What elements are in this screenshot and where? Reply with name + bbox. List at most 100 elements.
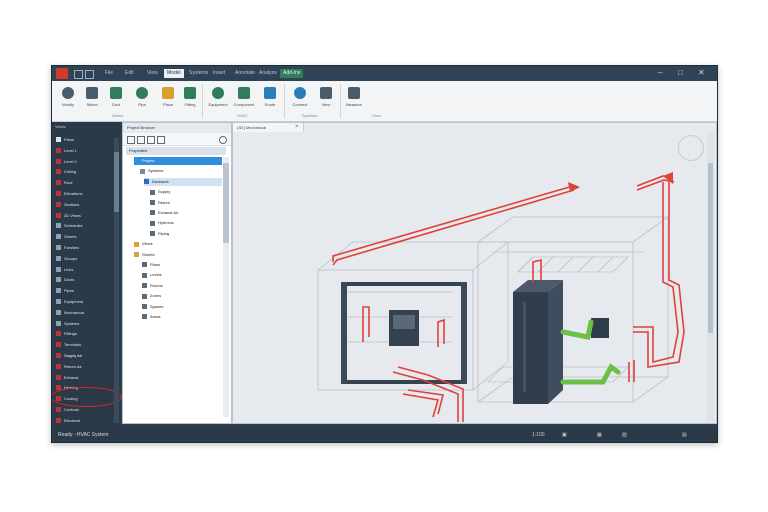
nav-item-elevations[interactable]: Elevations <box>56 190 116 197</box>
select-button[interactable]: Select <box>80 85 104 117</box>
nav-item-return-air[interactable]: Return Air <box>56 363 116 370</box>
nav-item-icon <box>56 245 61 250</box>
expand-icon[interactable] <box>137 136 145 144</box>
tree-item-ductwork[interactable]: Ductwork <box>144 177 222 186</box>
tree-item-hydronic[interactable]: Hydronic <box>150 219 222 227</box>
refresh-icon[interactable] <box>157 136 165 144</box>
nav-item-systems[interactable]: Systems <box>56 320 116 327</box>
collapse-icon[interactable] <box>147 136 155 144</box>
tree-item-supply[interactable]: Supply <box>150 188 222 196</box>
nav-item-fittings[interactable]: Fittings <box>56 330 116 337</box>
tree-item-areas[interactable]: Areas <box>142 313 222 321</box>
scale-indicator[interactable]: 1:100 <box>532 428 545 442</box>
tab-systems[interactable]: Systems <box>186 69 211 78</box>
nav-item-controls[interactable]: Controls <box>56 406 116 413</box>
nav-item-roof[interactable]: Roof <box>56 179 116 186</box>
tree-scrollbar-thumb[interactable] <box>223 163 229 243</box>
nav-item-sections[interactable]: Sections <box>56 201 116 208</box>
minimize-button[interactable]: – <box>658 68 662 78</box>
3d-viewport[interactable]: {3D} Mechanical × <box>232 122 717 424</box>
close-button[interactable]: ✕ <box>698 68 705 78</box>
view-tab[interactable]: {3D} Mechanical <box>233 123 304 132</box>
measure-button[interactable]: Measure <box>342 85 366 117</box>
tree-item-return[interactable]: Return <box>150 199 222 207</box>
viewport-scrollbar-thumb[interactable] <box>708 163 713 333</box>
maximize-button[interactable]: □ <box>678 68 683 78</box>
nav-item-families[interactable]: Families <box>56 244 116 251</box>
connect-icon <box>294 87 306 99</box>
nav-item-groups[interactable]: Groups <box>56 255 116 262</box>
nav-item-sheets[interactable]: Sheets <box>56 233 116 240</box>
tree-item-views[interactable]: Views <box>134 240 222 248</box>
tree-item-plans[interactable]: Plans <box>142 261 222 269</box>
tab-file[interactable]: File <box>102 69 116 78</box>
nav-item-electrical[interactable]: Electrical <box>56 417 116 424</box>
nav-item-icon <box>56 299 61 304</box>
tree-item-sheets[interactable]: Sheets <box>134 251 222 259</box>
filter-icon[interactable] <box>127 136 135 144</box>
view-button[interactable]: View <box>314 85 338 117</box>
tree-item-label: Supply <box>158 189 171 195</box>
tab-add-ins[interactable]: Add-Ins <box>280 69 304 78</box>
nav-item-links[interactable]: Links <box>56 266 116 273</box>
gear-icon[interactable] <box>219 136 227 144</box>
nav-item-label: Sections <box>64 201 80 207</box>
tree-item-exhaust-air[interactable]: Exhaust Air <box>150 209 222 217</box>
tab-annotate[interactable]: Annotate <box>232 69 258 78</box>
nav-item-label: Controls <box>64 407 79 412</box>
nav-item-exhaust[interactable]: Exhaust <box>56 374 116 381</box>
tab-insert[interactable]: Insert <box>210 69 229 78</box>
tab-analyze[interactable]: Analyze <box>256 69 280 78</box>
tree-item-levels[interactable]: Levels <box>142 271 222 279</box>
nav-item-schedules[interactable]: Schedules <box>56 222 116 229</box>
status-tool-icon[interactable]: ▤ <box>682 428 687 442</box>
ribbon-button-label: Measure <box>346 102 362 107</box>
tree-item-project[interactable]: Project <box>134 157 222 165</box>
tab-model[interactable]: Model <box>164 69 184 78</box>
nav-item-ducts[interactable]: Ducts <box>56 276 116 283</box>
tab-edit[interactable]: Edit <box>122 69 137 78</box>
save-icon[interactable] <box>74 70 83 79</box>
modify-button[interactable]: Modify <box>56 85 80 117</box>
tree-item-zones[interactable]: Zones <box>142 292 222 300</box>
route-button[interactable]: Route <box>258 85 282 117</box>
left-navigation-panel: Views Plans Level 1 Level 2 Ceiling Roof Elev… <box>52 122 122 428</box>
nav-item-terminals[interactable]: Terminals <box>56 341 116 348</box>
tab-view[interactable]: View <box>144 69 161 78</box>
status-text: Ready - HVAC System <box>58 432 109 438</box>
view-tab-close-icon[interactable]: × <box>295 123 299 132</box>
nav-item-ceiling[interactable]: Ceiling <box>56 168 116 175</box>
nav-item-label: Fittings <box>64 331 77 337</box>
fitting-button[interactable]: Fitting <box>178 85 202 117</box>
nav-item-label: Mechanical <box>64 309 85 315</box>
app-logo-icon[interactable] <box>56 68 68 79</box>
place-button[interactable]: Place <box>156 85 180 117</box>
undo-icon[interactable] <box>85 70 94 79</box>
nav-item-equipment[interactable]: Equipment <box>56 298 116 305</box>
tree-item-rooms[interactable]: Rooms <box>142 282 222 290</box>
equipment-button[interactable]: Equipment <box>206 85 230 117</box>
tree-item-icon <box>150 220 155 226</box>
tree-item-piping[interactable]: Piping <box>150 230 222 238</box>
pipe-button[interactable]: Pipe <box>130 85 154 117</box>
nav-item-plans[interactable]: Plans <box>56 136 116 143</box>
nav-item-label: Ceiling <box>64 169 77 175</box>
nav-scrollbar-thumb[interactable] <box>114 152 119 212</box>
tree-item-icon <box>142 293 147 299</box>
nav-item-icon <box>56 320 61 326</box>
tree-item-spaces[interactable]: Spaces <box>142 303 222 311</box>
nav-item-level-1[interactable]: Level 1 <box>56 147 116 154</box>
hvac-model-drawing[interactable] <box>233 132 705 422</box>
status-tool-icon[interactable]: ▦ <box>597 428 602 442</box>
tree-item-systems[interactable]: Systems <box>140 167 222 175</box>
status-tool-icon[interactable]: ▣ <box>562 428 567 442</box>
nav-item-pipes[interactable]: Pipes <box>56 287 116 294</box>
nav-item-mechanical[interactable]: Mechanical <box>56 309 116 316</box>
nav-item-supply-air[interactable]: Supply Air <box>56 352 116 359</box>
tree-item-label: Project <box>142 158 155 163</box>
nav-item-level-2[interactable]: Level 2 <box>56 158 116 165</box>
ribbon-button-label: Place <box>162 102 173 107</box>
nav-item-3d-views[interactable]: 3D Views <box>56 212 116 219</box>
status-tool-icon[interactable]: ▧ <box>622 428 627 442</box>
ribbon-button-label: Duct <box>111 102 121 107</box>
